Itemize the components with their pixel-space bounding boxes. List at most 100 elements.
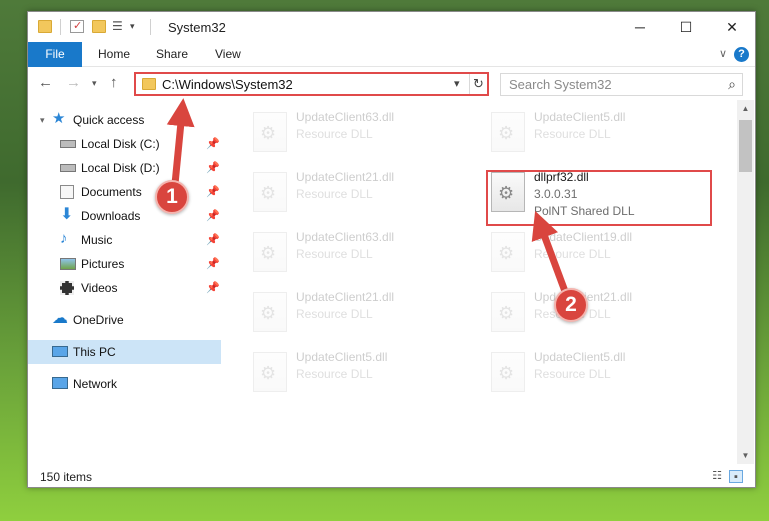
- sidebar-item-local-disk-c[interactable]: Local Disk (C:) 📌: [28, 132, 221, 156]
- sidebar-item-local-disk-d[interactable]: Local Disk (D:) 📌: [28, 156, 221, 180]
- file-list: ⚙ UpdateClient63.dll Resource DLL ⚙ Upda…: [231, 104, 736, 464]
- properties-icon[interactable]: ✓: [70, 20, 84, 33]
- file-name: UpdateClient63.dll: [296, 110, 395, 124]
- file-tile[interactable]: ⚙ UpdateClient63.dll Resource DLL: [249, 108, 479, 164]
- sidebar-item-label: OneDrive: [73, 313, 124, 327]
- dll-file-icon: ⚙: [253, 232, 287, 272]
- sidebar-item-label: Local Disk (C:): [81, 137, 160, 151]
- pin-icon[interactable]: 📌: [206, 180, 220, 204]
- chevron-down-icon[interactable]: ▾: [130, 20, 144, 33]
- close-button[interactable]: ✕: [709, 12, 755, 42]
- chevron-down-icon[interactable]: ▾: [454, 77, 460, 90]
- forward-arrow-icon[interactable]: →: [66, 74, 81, 91]
- pictures-icon: [60, 258, 76, 270]
- file-tile[interactable]: ⚙ UpdateClient21.dll Resource DLL: [249, 288, 479, 344]
- sidebar-item-documents[interactable]: Documents 📌: [28, 180, 221, 204]
- sidebar-item-this-pc[interactable]: This PC: [28, 340, 221, 364]
- sidebar-item-label: Documents: [81, 185, 142, 199]
- file-name: UpdateClient21.dll: [296, 290, 395, 304]
- ribbon-tabs: File Home Share View ∨ ?: [28, 42, 755, 67]
- sidebar-item-label: Network: [73, 377, 118, 391]
- sidebar-item-label: Music: [81, 233, 113, 247]
- star-icon: ★: [52, 110, 66, 127]
- large-icons-view-icon[interactable]: ▪: [729, 470, 743, 483]
- chevron-down-icon[interactable]: ▾: [40, 108, 45, 132]
- toolbar-divider: [150, 19, 151, 35]
- dll-file-icon: ⚙: [491, 112, 525, 152]
- sidebar-item-music[interactable]: ♪ Music 📌: [28, 228, 221, 252]
- item-count: 150 items: [40, 470, 93, 484]
- cloud-icon: ☁: [52, 310, 68, 327]
- file-name: UpdateClient63.dll: [296, 230, 395, 244]
- refresh-icon[interactable]: ↻: [469, 74, 487, 94]
- sidebar-item-label: This PC: [73, 345, 116, 359]
- toolbar-divider: [60, 19, 61, 35]
- scroll-up-arrow-icon[interactable]: ▲: [737, 100, 754, 117]
- help-icon[interactable]: ?: [734, 47, 749, 62]
- sidebar-item-quick-access[interactable]: ▾ ★ Quick access: [28, 108, 221, 132]
- network-icon: [52, 377, 68, 389]
- window-title: System32: [168, 20, 226, 35]
- pin-icon[interactable]: 📌: [206, 204, 220, 228]
- callout-step-2: 2: [554, 288, 588, 322]
- dll-file-icon: ⚙: [491, 232, 525, 272]
- expand-ribbon-icon[interactable]: ∨: [719, 47, 727, 60]
- file-description: Resource DLL: [296, 367, 373, 381]
- address-path[interactable]: C:\Windows\System32: [162, 77, 293, 92]
- file-description: Resource DLL: [534, 247, 611, 261]
- title-bar: ✓ ☰ ▾ System32 ─ ☐ ✕: [28, 12, 755, 42]
- minimize-button[interactable]: ─: [617, 12, 663, 42]
- folder-icon: [38, 20, 52, 33]
- sidebar-item-downloads[interactable]: ⬇ Downloads 📌: [28, 204, 221, 228]
- dll-file-icon: ⚙: [253, 352, 287, 392]
- tab-file[interactable]: File: [28, 42, 82, 67]
- scroll-thumb[interactable]: [739, 120, 752, 172]
- recent-locations-icon[interactable]: ▾: [92, 78, 97, 89]
- sidebar-item-onedrive[interactable]: ☁ OneDrive: [28, 308, 221, 332]
- explorer-window: ✓ ☰ ▾ System32 ─ ☐ ✕ File Home Share Vie…: [27, 11, 756, 488]
- download-arrow-icon: ⬇: [60, 206, 74, 223]
- file-description: Resource DLL: [296, 247, 373, 261]
- status-bar: 150 items ☷ ▪: [28, 465, 755, 487]
- tab-share[interactable]: Share: [156, 42, 188, 67]
- new-folder-icon[interactable]: [92, 20, 106, 33]
- details-view-icon[interactable]: ☷: [710, 470, 724, 483]
- documents-icon: [60, 185, 74, 199]
- folder-icon: [142, 78, 156, 90]
- customize-quick-access-icon[interactable]: ☰: [112, 20, 126, 33]
- vertical-scrollbar[interactable]: ▲ ▼: [737, 100, 754, 464]
- file-name: UpdateClient19.dll: [534, 230, 633, 244]
- sidebar-item-pictures[interactable]: Pictures 📌: [28, 252, 221, 276]
- film-icon: [60, 281, 74, 295]
- search-icon[interactable]: ⌕: [728, 76, 736, 93]
- file-tile[interactable]: ⚙ UpdateClient21.dll Resource DLL: [487, 288, 717, 344]
- sidebar-item-network[interactable]: Network: [28, 372, 221, 396]
- sidebar-item-videos[interactable]: Videos 📌: [28, 276, 221, 300]
- pin-icon[interactable]: 📌: [206, 228, 220, 252]
- file-description: Resource DLL: [534, 367, 611, 381]
- sidebar-item-label: Quick access: [73, 113, 145, 127]
- dll-file-icon: ⚙: [253, 172, 287, 212]
- file-tile[interactable]: ⚙ UpdateClient19.dll Resource DLL: [487, 228, 717, 284]
- file-tile[interactable]: ⚙ UpdateClient5.dll Resource DLL: [487, 348, 717, 404]
- file-tile[interactable]: ⚙ UpdateClient5.dll Resource DLL: [249, 348, 479, 404]
- scroll-down-arrow-icon[interactable]: ▼: [737, 447, 754, 464]
- tab-view[interactable]: View: [215, 42, 241, 67]
- up-arrow-icon[interactable]: ↑: [110, 74, 118, 91]
- tab-home[interactable]: Home: [98, 42, 130, 67]
- file-tile[interactable]: ⚙ UpdateClient5.dll Resource DLL: [487, 108, 717, 164]
- back-arrow-icon[interactable]: ←: [38, 74, 53, 91]
- selected-file-highlight: [486, 170, 712, 226]
- maximize-button[interactable]: ☐: [663, 12, 709, 42]
- pin-icon[interactable]: 📌: [206, 276, 220, 300]
- file-tile[interactable]: ⚙ UpdateClient63.dll Resource DLL: [249, 228, 479, 284]
- file-description: Resource DLL: [296, 127, 373, 141]
- file-tile[interactable]: ⚙ UpdateClient21.dll Resource DLL: [249, 168, 479, 224]
- pin-icon[interactable]: 📌: [206, 252, 220, 276]
- pin-icon[interactable]: 📌: [206, 156, 220, 180]
- search-input[interactable]: Search System32 ⌕: [500, 73, 743, 96]
- address-bar[interactable]: C:\Windows\System32 ▾ ↻: [134, 72, 489, 96]
- pin-icon[interactable]: 📌: [206, 132, 220, 156]
- file-description: Resource DLL: [534, 127, 611, 141]
- callout-step-1: 1: [155, 180, 189, 214]
